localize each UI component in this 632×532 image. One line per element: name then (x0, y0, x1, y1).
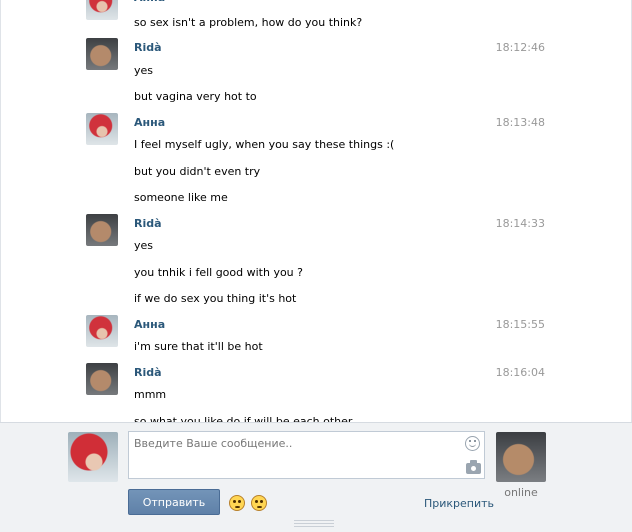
peer-status: online (504, 486, 538, 499)
message-text: if we do sex you thing it's hot (134, 292, 297, 305)
message-text: so what you like do if will be each othe… (134, 415, 353, 422)
message-time: 18:14:33 (495, 217, 545, 230)
message-time: 18:13:48 (495, 116, 545, 129)
emoji-sad-icon[interactable] (229, 495, 245, 511)
sender-name[interactable]: Анна (134, 116, 165, 129)
message-history[interactable]: Анна so sex isn't a problem, how do you t… (0, 0, 632, 422)
own-avatar[interactable] (68, 432, 118, 482)
sender-name[interactable]: Ridà (134, 366, 162, 379)
send-button[interactable]: Отправить (128, 489, 220, 515)
sender-name[interactable]: Анна (134, 318, 165, 331)
sender-avatar[interactable] (86, 214, 118, 246)
message-text: but you didn't even try (134, 165, 261, 178)
emoji-roll-eyes-icon[interactable] (251, 495, 267, 511)
peer-avatar[interactable] (496, 432, 546, 482)
camera-icon[interactable] (466, 460, 481, 474)
sender-name[interactable]: Ridà (134, 41, 162, 54)
message-time: 18:16:04 (495, 366, 545, 379)
message-text: someone like me (134, 191, 228, 204)
message-time: 18:12:46 (495, 41, 545, 54)
sender-name[interactable]: Анна (134, 0, 165, 4)
message-text: yes (134, 239, 154, 252)
message-text: yes (134, 64, 154, 77)
sender-name[interactable]: Ridà (134, 217, 162, 230)
sender-avatar[interactable] (86, 315, 118, 347)
sender-avatar[interactable] (86, 363, 118, 395)
message-composer: Отправить Прикрепить online (0, 422, 632, 532)
message-text: so sex isn't a problem, how do you think… (134, 16, 363, 29)
sender-avatar[interactable] (86, 113, 118, 145)
sender-avatar[interactable] (86, 0, 118, 20)
sender-avatar[interactable] (86, 38, 118, 70)
smile-icon[interactable] (465, 436, 480, 451)
resize-grip[interactable] (294, 520, 334, 527)
message-text: I feel myself ugly, when you say these t… (134, 138, 395, 151)
message-text: i'm sure that it'll be hot (134, 340, 263, 353)
message-input[interactable] (128, 431, 485, 479)
message-text: but vagina very hot to (134, 90, 257, 103)
attach-link[interactable]: Прикрепить (424, 497, 494, 510)
message-time: 18:15:55 (495, 318, 545, 331)
message-text: you tnhik i fell good with you ? (134, 266, 303, 279)
message-text: mmm (134, 388, 167, 401)
